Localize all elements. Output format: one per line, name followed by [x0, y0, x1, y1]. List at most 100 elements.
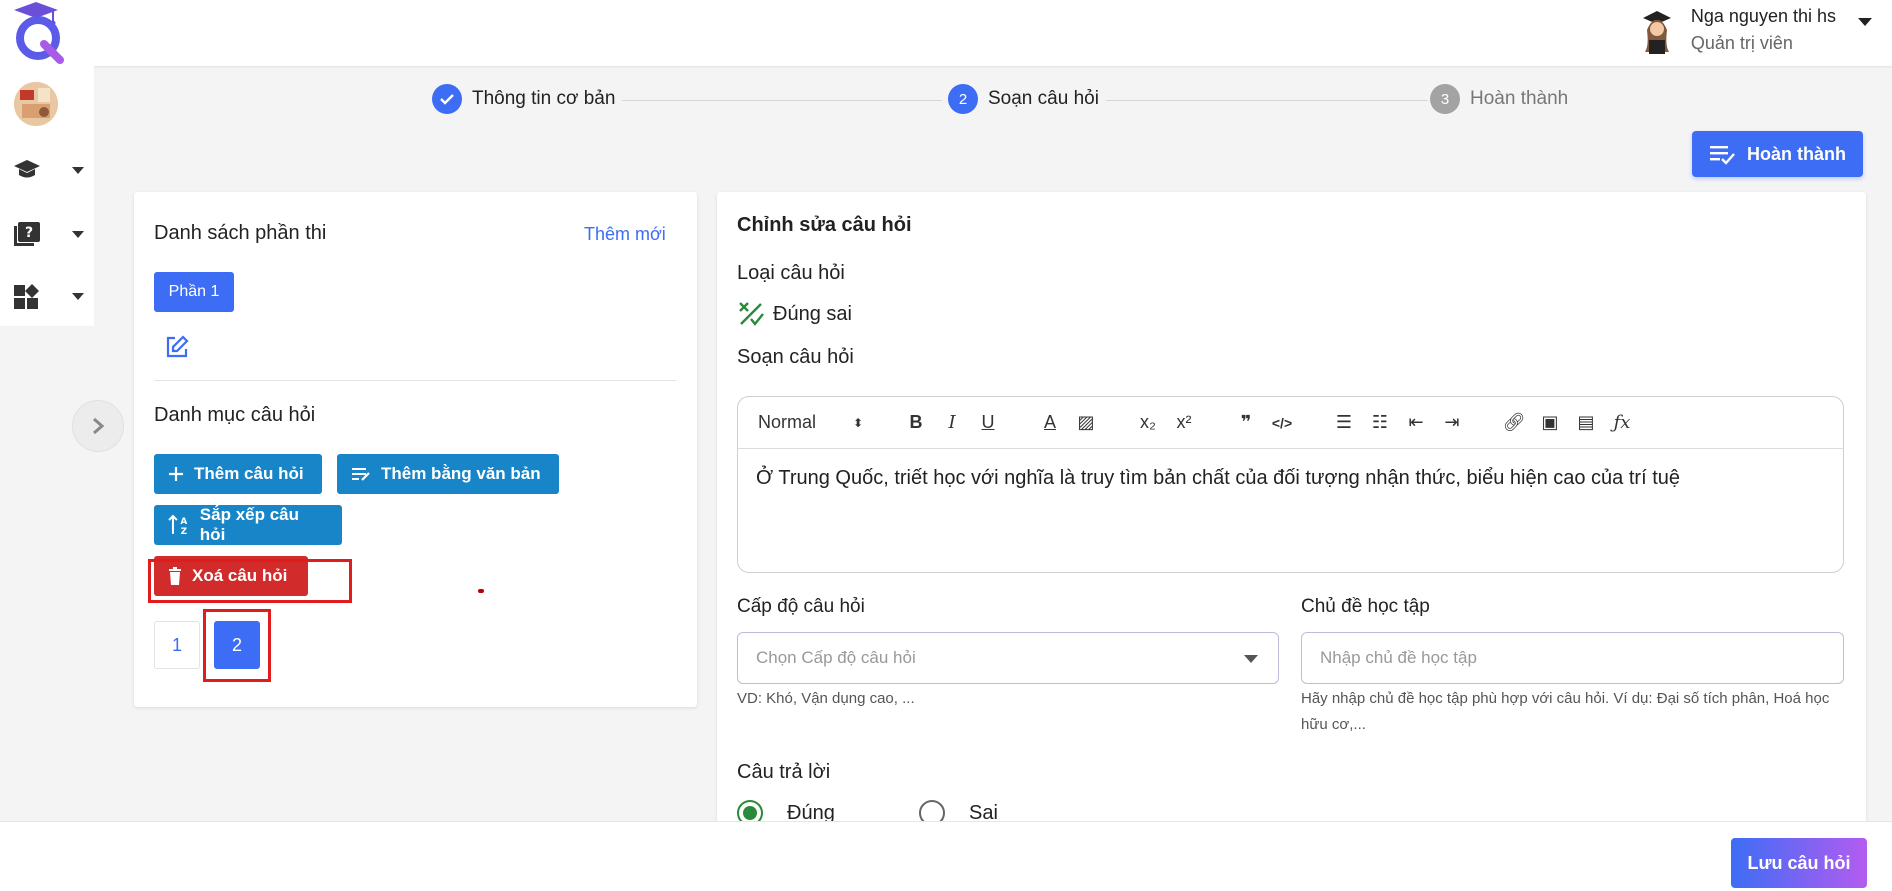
question-type-label: Loại câu hỏi [737, 262, 845, 284]
step-label: Thông tin cơ bản [472, 88, 616, 109]
sort-icon: A Z [168, 514, 188, 536]
step-compose[interactable]: 2 Soạn câu hỏi [948, 84, 1099, 114]
add-by-text-button[interactable]: Thêm bằng văn bản [337, 454, 559, 494]
editor-toolbar: Normal ⬍ B I U A ▨ x₂ x² ❞ </> ☰ ☷ ⇤ ⇥ 🔗… [738, 397, 1843, 449]
stepper-line [1106, 100, 1428, 101]
select-arrows-icon[interactable]: ⬍ [838, 411, 878, 435]
user-menu[interactable]: Nga nguyen thi hs Quản trị viên [1635, 6, 1872, 54]
save-question-button[interactable]: Lưu câu hỏi [1731, 838, 1867, 888]
sidebar-toggle-button[interactable] [72, 400, 124, 452]
add-question-button[interactable]: Thêm câu hỏi [154, 454, 322, 494]
divider [154, 380, 676, 381]
sort-questions-label: Sắp xếp câu hỏi [199, 505, 300, 544]
rich-text-editor[interactable]: Normal ⬍ B I U A ▨ x₂ x² ❞ </> ☰ ☷ ⇤ ⇥ 🔗… [737, 396, 1844, 573]
subscript-icon[interactable]: x₂ [1130, 411, 1166, 435]
add-by-text-label: Thêm bằng văn bản [381, 464, 541, 483]
sidebar: ? [0, 66, 94, 326]
add-question-label: Thêm câu hỏi [194, 464, 304, 483]
top-bar: Nga nguyen thi hs Quản trị viên [0, 0, 1892, 66]
blockquote-icon[interactable]: ❞ [1228, 411, 1264, 435]
link-icon[interactable]: 🔗︎ [1496, 411, 1532, 435]
question-editor-panel: Chỉnh sửa câu hỏi Loại câu hỏi Đúng sai … [717, 192, 1866, 832]
edit-icon[interactable] [164, 334, 190, 360]
graduation-cap-icon [14, 160, 40, 178]
level-placeholder: Chọn Cấp độ câu hỏi [756, 648, 916, 667]
highlight-box [203, 609, 271, 682]
superscript-icon[interactable]: x² [1166, 411, 1202, 435]
part-1-button[interactable]: Phần 1 [154, 272, 234, 312]
stepper-line [622, 100, 942, 101]
user-role: Quản trị viên [1690, 33, 1793, 53]
true-false-icon [739, 302, 764, 326]
level-hint: VD: Khó, Vận dụng cao, ... [737, 690, 915, 707]
sidebar-item-courses[interactable] [12, 158, 84, 182]
step-label: Hoàn thành [1470, 88, 1569, 109]
stepper: Thông tin cơ bản 2 Soạn câu hỏi 3 Hoàn t… [430, 84, 1570, 118]
text-color-icon[interactable]: A [1032, 411, 1068, 435]
image-icon[interactable]: ▣ [1532, 411, 1568, 435]
ordered-list-icon[interactable]: ☰ [1326, 411, 1362, 435]
section-list-title: Danh sách phần thi [154, 222, 327, 244]
app-logo[interactable] [6, 0, 68, 64]
bullet-list-icon[interactable]: ☷ [1362, 411, 1398, 435]
add-section-link[interactable]: Thêm mới [584, 224, 666, 245]
format-select[interactable]: Normal [758, 411, 838, 435]
italic-icon[interactable]: I [934, 411, 970, 435]
question-type-text: Đúng sai [773, 302, 852, 325]
caret-down-icon [72, 166, 84, 174]
svg-text:A: A [180, 517, 187, 527]
finish-button-label: Hoàn thành [1747, 143, 1846, 164]
topic-placeholder: Nhập chủ đề học tập [1320, 648, 1477, 667]
caret-down-icon [1244, 655, 1258, 663]
editor-content[interactable]: Ở Trung Quốc, triết học với nghĩa là tru… [738, 449, 1843, 508]
svg-text:?: ? [25, 225, 33, 241]
step-label: Soạn câu hỏi [988, 88, 1099, 109]
section-list-panel: Danh sách phần thi Thêm mới Phần 1 Danh … [134, 192, 697, 707]
page-button-1[interactable]: 1 [154, 621, 200, 669]
question-type-value: Đúng sai [737, 300, 852, 328]
underline-icon[interactable]: U [970, 411, 1006, 435]
bold-icon[interactable]: B [898, 411, 934, 435]
question-category-title: Danh mục câu hỏi [154, 404, 316, 426]
caret-down-icon [72, 292, 84, 300]
answer-label: Câu trả lời [737, 761, 831, 783]
dashboard-add-icon [14, 284, 39, 309]
user-info: Nga nguyen thi hs Quản trị viên [1691, 6, 1836, 54]
video-icon[interactable]: ▤ [1568, 411, 1604, 435]
caret-down-icon[interactable] [1858, 18, 1872, 26]
sort-questions-button[interactable]: A Z Sắp xếp câu hỏi [154, 505, 342, 545]
indent-icon[interactable]: ⇥ [1434, 411, 1470, 435]
step-number: 2 [948, 84, 978, 114]
user-name: Nga nguyen thi hs [1690, 6, 1836, 26]
editor-title: Chỉnh sửa câu hỏi [737, 214, 912, 236]
step-basic-info[interactable]: Thông tin cơ bản [432, 84, 615, 114]
check-icon [432, 84, 462, 114]
topic-label: Chủ đề học tập [1301, 596, 1430, 617]
cursor-mark [478, 589, 484, 593]
topic-hint: Hãy nhập chủ đề học tập phù hợp với câu … [1301, 690, 1830, 733]
user-avatar [1642, 11, 1671, 54]
text-edit-icon [352, 468, 370, 481]
bottom-bar: Lưu câu hỏi [0, 821, 1892, 891]
svg-text:Z: Z [181, 527, 188, 536]
outdent-icon[interactable]: ⇤ [1398, 411, 1434, 435]
level-select[interactable]: Chọn Cấp độ câu hỏi [737, 632, 1279, 684]
sidebar-avatar[interactable] [14, 82, 58, 126]
sidebar-item-questions[interactable]: ? [12, 220, 84, 248]
step-finish[interactable]: 3 Hoàn thành [1430, 84, 1568, 114]
highlight-box [148, 559, 352, 603]
topic-input[interactable]: Nhập chủ đề học tập [1301, 632, 1844, 684]
finish-button[interactable]: Hoàn thành [1692, 131, 1863, 177]
question-book-icon: ? [14, 222, 40, 246]
checklist-icon [1710, 146, 1735, 165]
caret-down-icon [72, 230, 84, 238]
sidebar-item-dashboard[interactable] [12, 282, 84, 310]
chevron-right-icon [93, 417, 105, 435]
compose-label: Soạn câu hỏi [737, 346, 854, 368]
level-label: Cấp độ câu hỏi [737, 596, 865, 617]
code-icon[interactable]: </> [1264, 411, 1300, 435]
step-number: 3 [1430, 84, 1460, 114]
plus-icon [169, 467, 183, 481]
background-color-icon[interactable]: ▨ [1068, 411, 1104, 435]
formula-icon[interactable]: ƒx [1604, 411, 1640, 435]
